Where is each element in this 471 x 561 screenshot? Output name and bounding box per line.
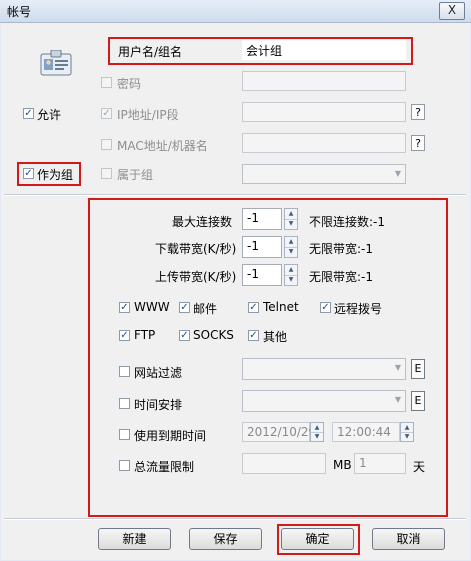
ok-button[interactable]: 确定 (281, 528, 354, 550)
username-input[interactable]: 会计组 (242, 40, 406, 60)
separator (4, 518, 466, 520)
expire-checkbox[interactable] (119, 429, 130, 440)
service-other-checkbox[interactable]: ✓ (248, 330, 259, 341)
expire-date-input[interactable]: 2012/10/29 (242, 422, 316, 442)
title-bar: 帐号 X (0, 0, 471, 23)
web-filter-edit-button[interactable]: E (411, 359, 425, 379)
window-title: 帐号 (7, 5, 32, 19)
download-input[interactable]: -1 (242, 236, 282, 258)
chevron-down-icon: ▼ (394, 169, 401, 178)
username-label: 用户名/组名 (118, 45, 183, 59)
service-www-checkbox[interactable]: ✓ (119, 302, 130, 313)
traffic-unit-day: 天 (413, 460, 426, 474)
id-card-icon (40, 50, 72, 76)
service-socks-label: SOCKS (193, 328, 234, 342)
traffic-days-input[interactable]: 1 (354, 453, 406, 474)
ip-checkbox[interactable]: ✓ (101, 108, 112, 119)
as-group-checkbox[interactable]: ✓ (23, 168, 34, 179)
web-filter-select[interactable]: ▼ (242, 358, 406, 380)
expire-time-input[interactable]: 12:00:44 (332, 422, 400, 442)
web-filter-label: 网站过滤 (134, 366, 183, 380)
service-mail-label: 邮件 (193, 302, 218, 316)
download-spinner[interactable]: ▲ ▼ (284, 236, 298, 258)
allow-checkbox[interactable]: ✓ (23, 108, 34, 119)
service-socks-checkbox[interactable]: ✓ (179, 330, 190, 341)
max-conn-input[interactable]: -1 (242, 208, 282, 230)
max-conn-hint: 不限连接数:-1 (309, 215, 386, 229)
max-conn-label: 最大连接数 (172, 215, 233, 229)
cancel-button[interactable]: 取消 (372, 528, 445, 550)
mac-checkbox[interactable] (101, 139, 112, 150)
traffic-label: 总流量限制 (134, 460, 195, 474)
ip-label: IP地址/IP段 (117, 108, 179, 122)
chevron-down-icon: ▼ (394, 363, 401, 372)
upload-label: 上传带宽(K/秒) (155, 270, 237, 284)
group-select[interactable]: ▼ (242, 164, 406, 184)
new-button[interactable]: 新建 (98, 528, 171, 550)
spin-down-icon: ▼ (288, 248, 294, 255)
traffic-checkbox[interactable] (119, 460, 130, 471)
ip-input[interactable] (242, 102, 406, 122)
upload-spinner[interactable]: ▲ ▼ (284, 264, 298, 286)
allow-label: 允许 (37, 108, 62, 122)
upload-input[interactable]: -1 (242, 264, 282, 286)
service-dialup-label: 远程拨号 (334, 302, 383, 316)
service-other-label: 其他 (263, 330, 288, 344)
upload-hint: 无限带宽:-1 (309, 270, 374, 284)
mac-label: MAC地址/机器名 (117, 139, 208, 153)
save-button[interactable]: 保存 (189, 528, 262, 550)
service-mail-checkbox[interactable]: ✓ (179, 302, 190, 313)
spin-down-icon: ▼ (404, 433, 410, 440)
download-label: 下载带宽(K/秒) (155, 242, 237, 256)
download-hint: 无限带宽:-1 (309, 242, 374, 256)
spin-down-icon: ▼ (314, 433, 320, 440)
mac-help-button[interactable]: ? (411, 135, 425, 151)
as-group-label: 作为组 (37, 168, 74, 182)
close-button[interactable]: X (439, 2, 465, 20)
ip-help-button[interactable]: ? (411, 104, 425, 120)
mac-input[interactable] (242, 133, 406, 153)
belongs-group-label: 属于组 (117, 168, 154, 182)
service-telnet-label: Telnet (263, 300, 299, 314)
spin-down-icon: ▼ (288, 220, 294, 227)
password-checkbox[interactable] (101, 77, 112, 88)
belongs-group-checkbox[interactable] (101, 168, 112, 179)
service-ftp-checkbox[interactable]: ✓ (119, 330, 130, 341)
service-dialup-checkbox[interactable]: ✓ (320, 302, 331, 313)
traffic-unit-mb: MB (333, 458, 352, 472)
expire-time-spinner[interactable]: ▲ ▼ (400, 422, 414, 442)
service-ftp-label: FTP (134, 328, 156, 342)
service-www-label: WWW (134, 300, 170, 314)
password-label: 密码 (117, 77, 142, 91)
password-input[interactable] (242, 71, 406, 91)
chevron-down-icon: ▼ (394, 395, 401, 404)
schedule-checkbox[interactable] (119, 398, 130, 409)
expire-date-spinner[interactable]: ▲ ▼ (310, 422, 324, 442)
web-filter-checkbox[interactable] (119, 366, 130, 377)
separator (4, 194, 466, 196)
schedule-edit-button[interactable]: E (411, 391, 425, 411)
schedule-select[interactable]: ▼ (242, 390, 406, 412)
max-conn-spinner[interactable]: ▲ ▼ (284, 208, 298, 230)
traffic-mb-input[interactable] (242, 453, 326, 474)
expire-label: 使用到期时间 (134, 429, 207, 443)
spin-down-icon: ▼ (288, 276, 294, 283)
service-telnet-checkbox[interactable]: ✓ (248, 302, 259, 313)
schedule-label: 时间安排 (134, 398, 183, 412)
